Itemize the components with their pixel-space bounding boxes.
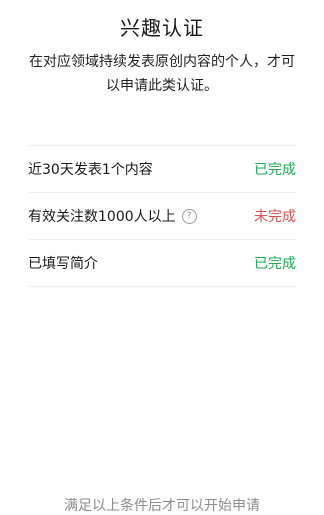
- requirements-list: 近30天发表1个内容 已完成 有效关注数1000人以上 ? 未完成 已填写简介 …: [28, 145, 296, 287]
- requirement-label: 有效关注数1000人以上: [28, 209, 176, 225]
- status-badge: 未完成: [254, 209, 296, 225]
- status-badge: 已完成: [254, 162, 296, 178]
- question-circle-icon[interactable]: ?: [181, 208, 197, 224]
- requirement-left: 已填写简介: [28, 253, 98, 273]
- requirement-label: 近30天发表1个内容: [28, 162, 153, 178]
- requirement-row-bio: 已填写简介 已完成: [28, 240, 296, 287]
- page-description: 在对应领域持续发表原创内容的个人，才可以申请此类认证。: [29, 54, 295, 94]
- status-badge: 已完成: [254, 256, 296, 272]
- page-title: 兴趣认证: [120, 16, 204, 40]
- requirement-left: 有效关注数1000人以上 ?: [28, 206, 197, 226]
- requirement-row-followers: 有效关注数1000人以上 ? 未完成: [28, 193, 296, 240]
- requirement-left: 近30天发表1个内容: [28, 159, 153, 179]
- requirement-row-posts: 近30天发表1个内容 已完成: [28, 146, 296, 193]
- apply-condition-hint: 满足以上条件后才可以开始申请: [64, 498, 260, 514]
- requirement-label: 已填写简介: [28, 256, 98, 272]
